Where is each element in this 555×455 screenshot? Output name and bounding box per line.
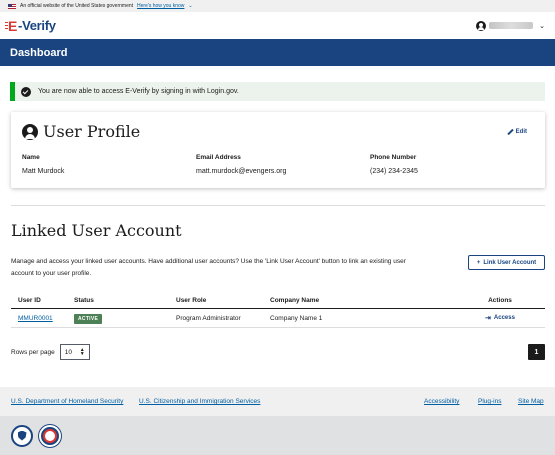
rows-per-page-select[interactable]: 10 ▲ ▼ bbox=[59, 344, 90, 360]
logo-text: -Verify bbox=[18, 18, 56, 33]
name-value: Matt Murdock bbox=[22, 168, 65, 175]
linked-accounts-table: User ID Status User Role Company Name Ac… bbox=[11, 292, 545, 328]
user-name-redacted bbox=[489, 22, 534, 29]
user-circle-icon bbox=[22, 123, 38, 140]
table-header: User ID Status User Role Company Name Ac… bbox=[11, 292, 545, 309]
profile-phone: Phone Number (234) 234-2345 bbox=[370, 154, 418, 175]
footer-links: U.S. Department of Homeland Security U.S… bbox=[0, 387, 555, 416]
gov-banner: An official website of the United States… bbox=[0, 0, 555, 12]
everify-logo[interactable]: E -Verify bbox=[4, 17, 56, 34]
email-label: Email Address bbox=[196, 154, 241, 161]
page-title: Dashboard bbox=[10, 46, 68, 59]
uscis-seal-icon[interactable] bbox=[39, 424, 61, 447]
edit-label: Edit bbox=[515, 129, 527, 135]
linked-accounts-description: Manage and access your linked user accou… bbox=[11, 258, 406, 277]
plugins-link[interactable]: Plug-ins bbox=[478, 398, 501, 405]
col-company-name[interactable]: Company Name bbox=[270, 297, 455, 304]
col-status[interactable]: Status bbox=[74, 297, 176, 304]
profile-name: Name Matt Murdock bbox=[22, 154, 64, 175]
accessibility-link[interactable]: Accessibility bbox=[424, 398, 459, 405]
select-arrows-icon: ▲ ▼ bbox=[79, 347, 85, 357]
uscis-link[interactable]: U.S. Citizenship and Immigration Service… bbox=[139, 398, 260, 405]
profile-title: User Profile bbox=[43, 122, 141, 141]
access-button[interactable]: ⇥ Access bbox=[485, 314, 515, 322]
login-icon: ⇥ bbox=[485, 315, 491, 322]
page-button[interactable]: 1 bbox=[528, 344, 545, 360]
site-header: E -Verify ⌄ bbox=[0, 12, 555, 39]
link-user-account-button[interactable]: + Link User Account bbox=[468, 255, 545, 270]
email-value: matt.murdock@evengers.org bbox=[196, 168, 287, 175]
pencil-icon bbox=[507, 129, 513, 135]
name-label: Name bbox=[22, 154, 40, 161]
gov-banner-text: An official website of the United States… bbox=[20, 3, 134, 9]
link-user-account-label: Link User Account bbox=[483, 259, 537, 266]
footer-seals bbox=[0, 416, 555, 455]
dhs-seal-icon[interactable] bbox=[11, 424, 33, 447]
chevron-down-icon[interactable]: ⌄ bbox=[539, 22, 545, 30]
edit-profile-button[interactable]: Edit bbox=[507, 129, 527, 135]
section-divider bbox=[11, 205, 545, 206]
rows-per-page: Rows per page 10 ▲ ▼ bbox=[11, 344, 90, 360]
col-actions: Actions bbox=[488, 296, 512, 304]
access-label: Access bbox=[493, 315, 515, 321]
status-badge: ACTIVE bbox=[74, 313, 103, 324]
dhs-link[interactable]: U.S. Department of Homeland Security bbox=[11, 398, 123, 405]
phone-label: Phone Number bbox=[370, 154, 417, 161]
sitemap-link[interactable]: Site Map bbox=[518, 398, 544, 405]
col-user-id[interactable]: User ID bbox=[11, 297, 74, 304]
table-row: MMUR0001 ACTIVE Program Administrator Co… bbox=[11, 309, 545, 328]
heres-how-you-know-link[interactable]: Here's how you know bbox=[137, 3, 184, 9]
company-name-cell: Company Name 1 bbox=[270, 314, 323, 322]
profile-heading: User Profile bbox=[22, 122, 140, 141]
rows-per-page-label: Rows per page bbox=[11, 348, 55, 356]
col-user-role[interactable]: User Role bbox=[176, 297, 270, 304]
chevron-down-icon[interactable]: ⌄ bbox=[188, 3, 192, 9]
alert-message: You are now able to access E-Verify by s… bbox=[38, 88, 239, 95]
linked-accounts-heading: Linked User Account bbox=[11, 221, 182, 240]
success-alert: You are now able to access E-Verify by s… bbox=[10, 82, 545, 101]
user-id-link[interactable]: MMUR0001 bbox=[18, 315, 53, 322]
profile-email: Email Address matt.murdock@evengers.org bbox=[196, 154, 286, 175]
logo-e: E bbox=[4, 17, 18, 34]
rows-per-page-value: 10 bbox=[64, 348, 72, 356]
user-profile-card: User Profile Edit Name Matt Murdock Emai… bbox=[11, 112, 545, 188]
user-circle-icon bbox=[476, 20, 487, 31]
dashboard-bar: Dashboard bbox=[0, 39, 555, 66]
user-menu[interactable]: ⌄ bbox=[476, 20, 545, 31]
phone-value: (234) 234-2345 bbox=[370, 168, 418, 175]
us-flag-icon bbox=[8, 3, 16, 9]
check-circle-icon bbox=[21, 86, 31, 97]
plus-icon: + bbox=[476, 259, 481, 266]
user-role-cell: Program Administrator bbox=[176, 314, 241, 322]
